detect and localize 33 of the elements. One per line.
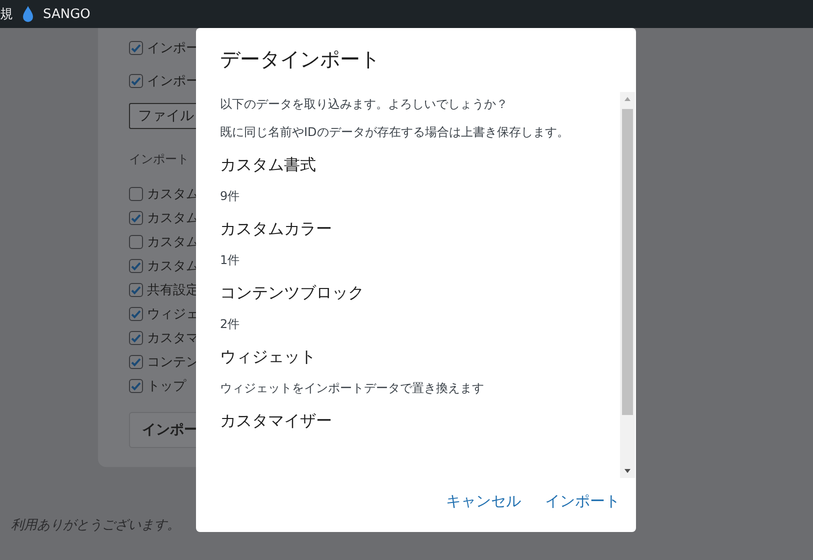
dialog-button[interactable]: キャンセル (446, 492, 521, 511)
checkbox[interactable] (129, 74, 143, 88)
body-text: 既に同じ名前やIDのデータが存在する場合は上書き保存します。 (220, 124, 570, 141)
checkbox[interactable] (129, 211, 143, 225)
checkbox[interactable] (129, 187, 143, 201)
scrollbar[interactable] (620, 92, 635, 478)
section-heading: コンテンツブロック (220, 282, 365, 304)
section-heading: ウィジェット (220, 346, 317, 368)
checkbox[interactable] (129, 355, 143, 369)
checkbox[interactable] (129, 331, 143, 345)
dialog-button[interactable]: インポート (545, 492, 620, 511)
body-text: 1件 (220, 252, 241, 269)
body-text: 9件 (220, 188, 241, 205)
checkbox[interactable] (129, 259, 143, 273)
checkbox[interactable] (129, 379, 143, 393)
checkbox[interactable] (129, 41, 143, 55)
site-name[interactable]: SANGO (43, 6, 90, 22)
option-label: ウィジェ (147, 306, 199, 323)
menu-item[interactable]: 規 (0, 5, 13, 23)
section-heading: カスタム書式 (220, 154, 317, 176)
section-heading: カスタムカラー (220, 218, 333, 240)
body-text: ウィジェットをインポートデータで置き換えます (220, 380, 485, 397)
section-heading: カスタマイザー (220, 410, 333, 432)
option-label: トップ (147, 378, 186, 395)
body-text: 2件 (220, 316, 241, 333)
dialog-title: データインポート (219, 46, 381, 73)
section-label: インポート (129, 151, 189, 168)
checkbox[interactable] (129, 283, 143, 297)
body-text: 以下のデータを取り込みます。よろしいでしょうか？ (220, 96, 509, 113)
droplet-icon (21, 5, 35, 23)
checkbox[interactable] (129, 307, 143, 321)
footer-text: 利用ありがとうございます。 (10, 517, 181, 534)
checkbox[interactable] (129, 235, 143, 249)
